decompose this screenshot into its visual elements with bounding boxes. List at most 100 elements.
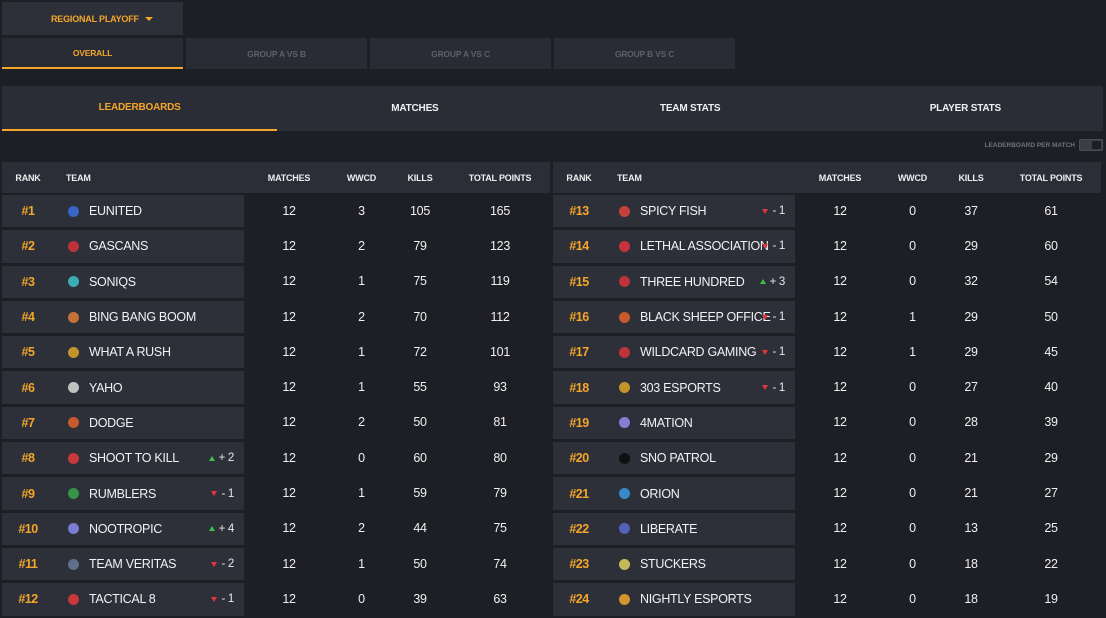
- team-name: SHOOT TO KILL: [89, 451, 179, 466]
- team-cell: GASCANS: [54, 230, 244, 263]
- team-name: LETHAL ASSOCIATION: [640, 239, 769, 254]
- table-row[interactable]: #23 STUCKERS 12 0 18 22: [553, 546, 1101, 581]
- table-row[interactable]: #15 THREE HUNDRED + 3 12 0 32 54: [553, 264, 1101, 299]
- wwcd-cell: 3: [358, 203, 365, 218]
- rank-cell: #10: [2, 512, 54, 545]
- sno-patrol-logo: [617, 451, 631, 465]
- team-cell: 4MATION: [605, 406, 795, 440]
- team-cell: TEAM VERITAS - 2: [54, 547, 244, 581]
- header-kills: KILLS: [407, 172, 433, 183]
- rank-change: + 3: [759, 276, 785, 288]
- table-row[interactable]: #19 4MATION 12 0 28 39: [553, 405, 1101, 440]
- phase-dropdown[interactable]: REGIONAL PLAYOFF: [2, 2, 183, 35]
- table-row[interactable]: #6 YAHO 12 1 55 93: [2, 369, 550, 404]
- matches-cell: 12: [282, 591, 296, 606]
- total-points-cell: 50: [1044, 309, 1058, 324]
- team-cell: ORION: [605, 477, 795, 510]
- rank-cell: #7: [2, 406, 54, 440]
- header-total-points: TOTAL POINTS: [1019, 172, 1083, 183]
- kills-cell: 18: [964, 556, 978, 571]
- rumblers-logo: [66, 487, 80, 501]
- team-name: ORION: [640, 486, 680, 501]
- tab-overall[interactable]: OVERALL: [2, 38, 183, 69]
- table-row[interactable]: #9 RUMBLERS - 1 12 1 59 79: [2, 475, 550, 510]
- table-row[interactable]: #2 GASCANS 12 2 79 123: [2, 228, 550, 263]
- matches-cell: 12: [282, 450, 296, 465]
- team-cell: YAHO: [54, 371, 244, 404]
- three-hundred-logo: [617, 275, 631, 289]
- table-row[interactable]: #12 TACTICAL 8 - 1 12 0 39 63: [2, 581, 550, 616]
- team-name: RUMBLERS: [89, 486, 157, 501]
- total-points-cell: 101: [490, 344, 510, 359]
- table-row[interactable]: #22 LIBERATE 12 0 13 25: [553, 511, 1101, 546]
- table-row[interactable]: #18 303 ESPORTS - 1 12 0 27 40: [553, 369, 1101, 404]
- main-tabs: LEADERBOARDS MATCHES TEAM STATS PLAYER S…: [2, 86, 1103, 131]
- total-points-cell: 61: [1044, 203, 1058, 218]
- kills-cell: 27: [964, 380, 978, 395]
- tab-player-stats[interactable]: PLAYER STATS: [828, 86, 1103, 131]
- team-name: SONIQS: [89, 274, 136, 289]
- table-row[interactable]: #24 NIGHTLY ESPORTS 12 0 18 19: [553, 581, 1101, 616]
- kills-cell: 13: [964, 521, 978, 536]
- wwcd-cell: 0: [909, 238, 916, 253]
- table-row[interactable]: #8 SHOOT TO KILL + 2 12 0 60 80: [2, 440, 550, 475]
- table-row[interactable]: #4 BING BANG BOOM 12 2 70 112: [2, 299, 550, 334]
- table-row[interactable]: #16 BLACK SHEEP OFFICE - 1 12 1 29 50: [553, 299, 1101, 334]
- table-row[interactable]: #7 DODGE 12 2 50 81: [2, 405, 550, 440]
- total-points-cell: 63: [493, 591, 507, 606]
- table-row[interactable]: #10 NOOTROPIC + 4 12 2 44 75: [2, 511, 550, 546]
- total-points-cell: 165: [490, 203, 510, 218]
- table-row[interactable]: #5 WHAT A RUSH 12 1 72 101: [2, 334, 550, 369]
- wildcard-gaming-logo: [617, 345, 631, 359]
- table-row[interactable]: #21 ORION 12 0 21 27: [553, 475, 1101, 510]
- wwcd-cell: 0: [909, 486, 916, 501]
- table-row[interactable]: #1 EUNITED 12 3 105 165: [2, 193, 550, 228]
- team-cell: WILDCARD GAMING - 1: [605, 336, 795, 369]
- team-cell: NOOTROPIC + 4: [54, 512, 244, 545]
- tab-matches[interactable]: MATCHES: [277, 86, 552, 131]
- table-row[interactable]: #11 TEAM VERITAS - 2 12 1 50 74: [2, 546, 550, 581]
- rank-change-value: - 1: [772, 381, 785, 394]
- arrow-down-icon: [211, 491, 218, 497]
- team-cell: STUCKERS: [605, 547, 795, 581]
- rank-cell: #23: [553, 547, 605, 581]
- header-total-points: TOTAL POINTS: [468, 172, 532, 183]
- rank-cell: #12: [2, 583, 54, 616]
- table-row[interactable]: #13 SPICY FISH - 1 12 0 37 61: [553, 193, 1101, 228]
- table-row[interactable]: #3 SONIQS 12 1 75 119: [2, 264, 550, 299]
- matches-cell: 12: [833, 274, 847, 289]
- wwcd-cell: 2: [358, 521, 365, 536]
- rank-cell: #1: [2, 195, 54, 228]
- tab-leaderboards[interactable]: LEADERBOARDS: [2, 86, 278, 131]
- table-row[interactable]: #14 LETHAL ASSOCIATION - 1 12 0 29 60: [553, 228, 1101, 263]
- table-header: RANK TEAM MATCHES WWCD KILLS TOTAL POINT…: [553, 162, 1101, 193]
- total-points-cell: 81: [493, 415, 507, 430]
- kills-cell: 79: [413, 238, 427, 253]
- leaderboard-left: RANK TEAM MATCHES WWCD KILLS TOTAL POINT…: [2, 162, 550, 617]
- kills-cell: 29: [964, 309, 978, 324]
- team-cell: TACTICAL 8 - 1: [54, 583, 244, 616]
- stuckers-logo: [617, 557, 631, 571]
- team-cell: BING BANG BOOM: [54, 300, 244, 334]
- tab-team-stats[interactable]: TEAM STATS: [553, 86, 828, 131]
- tactical-8-logo: [66, 592, 80, 606]
- rank-change-value: - 1: [772, 240, 785, 253]
- rank-change: - 2: [211, 558, 234, 570]
- rank-cell: #4: [2, 300, 54, 334]
- spicy-fish-logo: [617, 204, 631, 218]
- table-row[interactable]: #20 SNO PATROL 12 0 21 29: [553, 440, 1101, 475]
- tab-group-b-vs-c[interactable]: GROUP B VS C: [554, 38, 735, 69]
- leaderboard-per-match-toggle[interactable]: [1079, 139, 1103, 151]
- matches-cell: 12: [833, 344, 847, 359]
- team-name: NIGHTLY ESPORTS: [640, 592, 752, 607]
- rank-change-value: + 2: [218, 452, 235, 465]
- rank-change-value: + 4: [218, 522, 235, 535]
- rank-change-value: - 1: [772, 311, 785, 324]
- tab-group-a-vs-b[interactable]: GROUP A VS B: [186, 38, 367, 69]
- tab-group-a-vs-c[interactable]: GROUP A VS C: [370, 38, 551, 69]
- total-points-cell: 75: [493, 521, 507, 536]
- wwcd-cell: 0: [909, 521, 916, 536]
- rank-change: - 1: [211, 488, 234, 500]
- table-row[interactable]: #17 WILDCARD GAMING - 1 12 1 29 45: [553, 334, 1101, 369]
- team-name: STUCKERS: [640, 557, 706, 572]
